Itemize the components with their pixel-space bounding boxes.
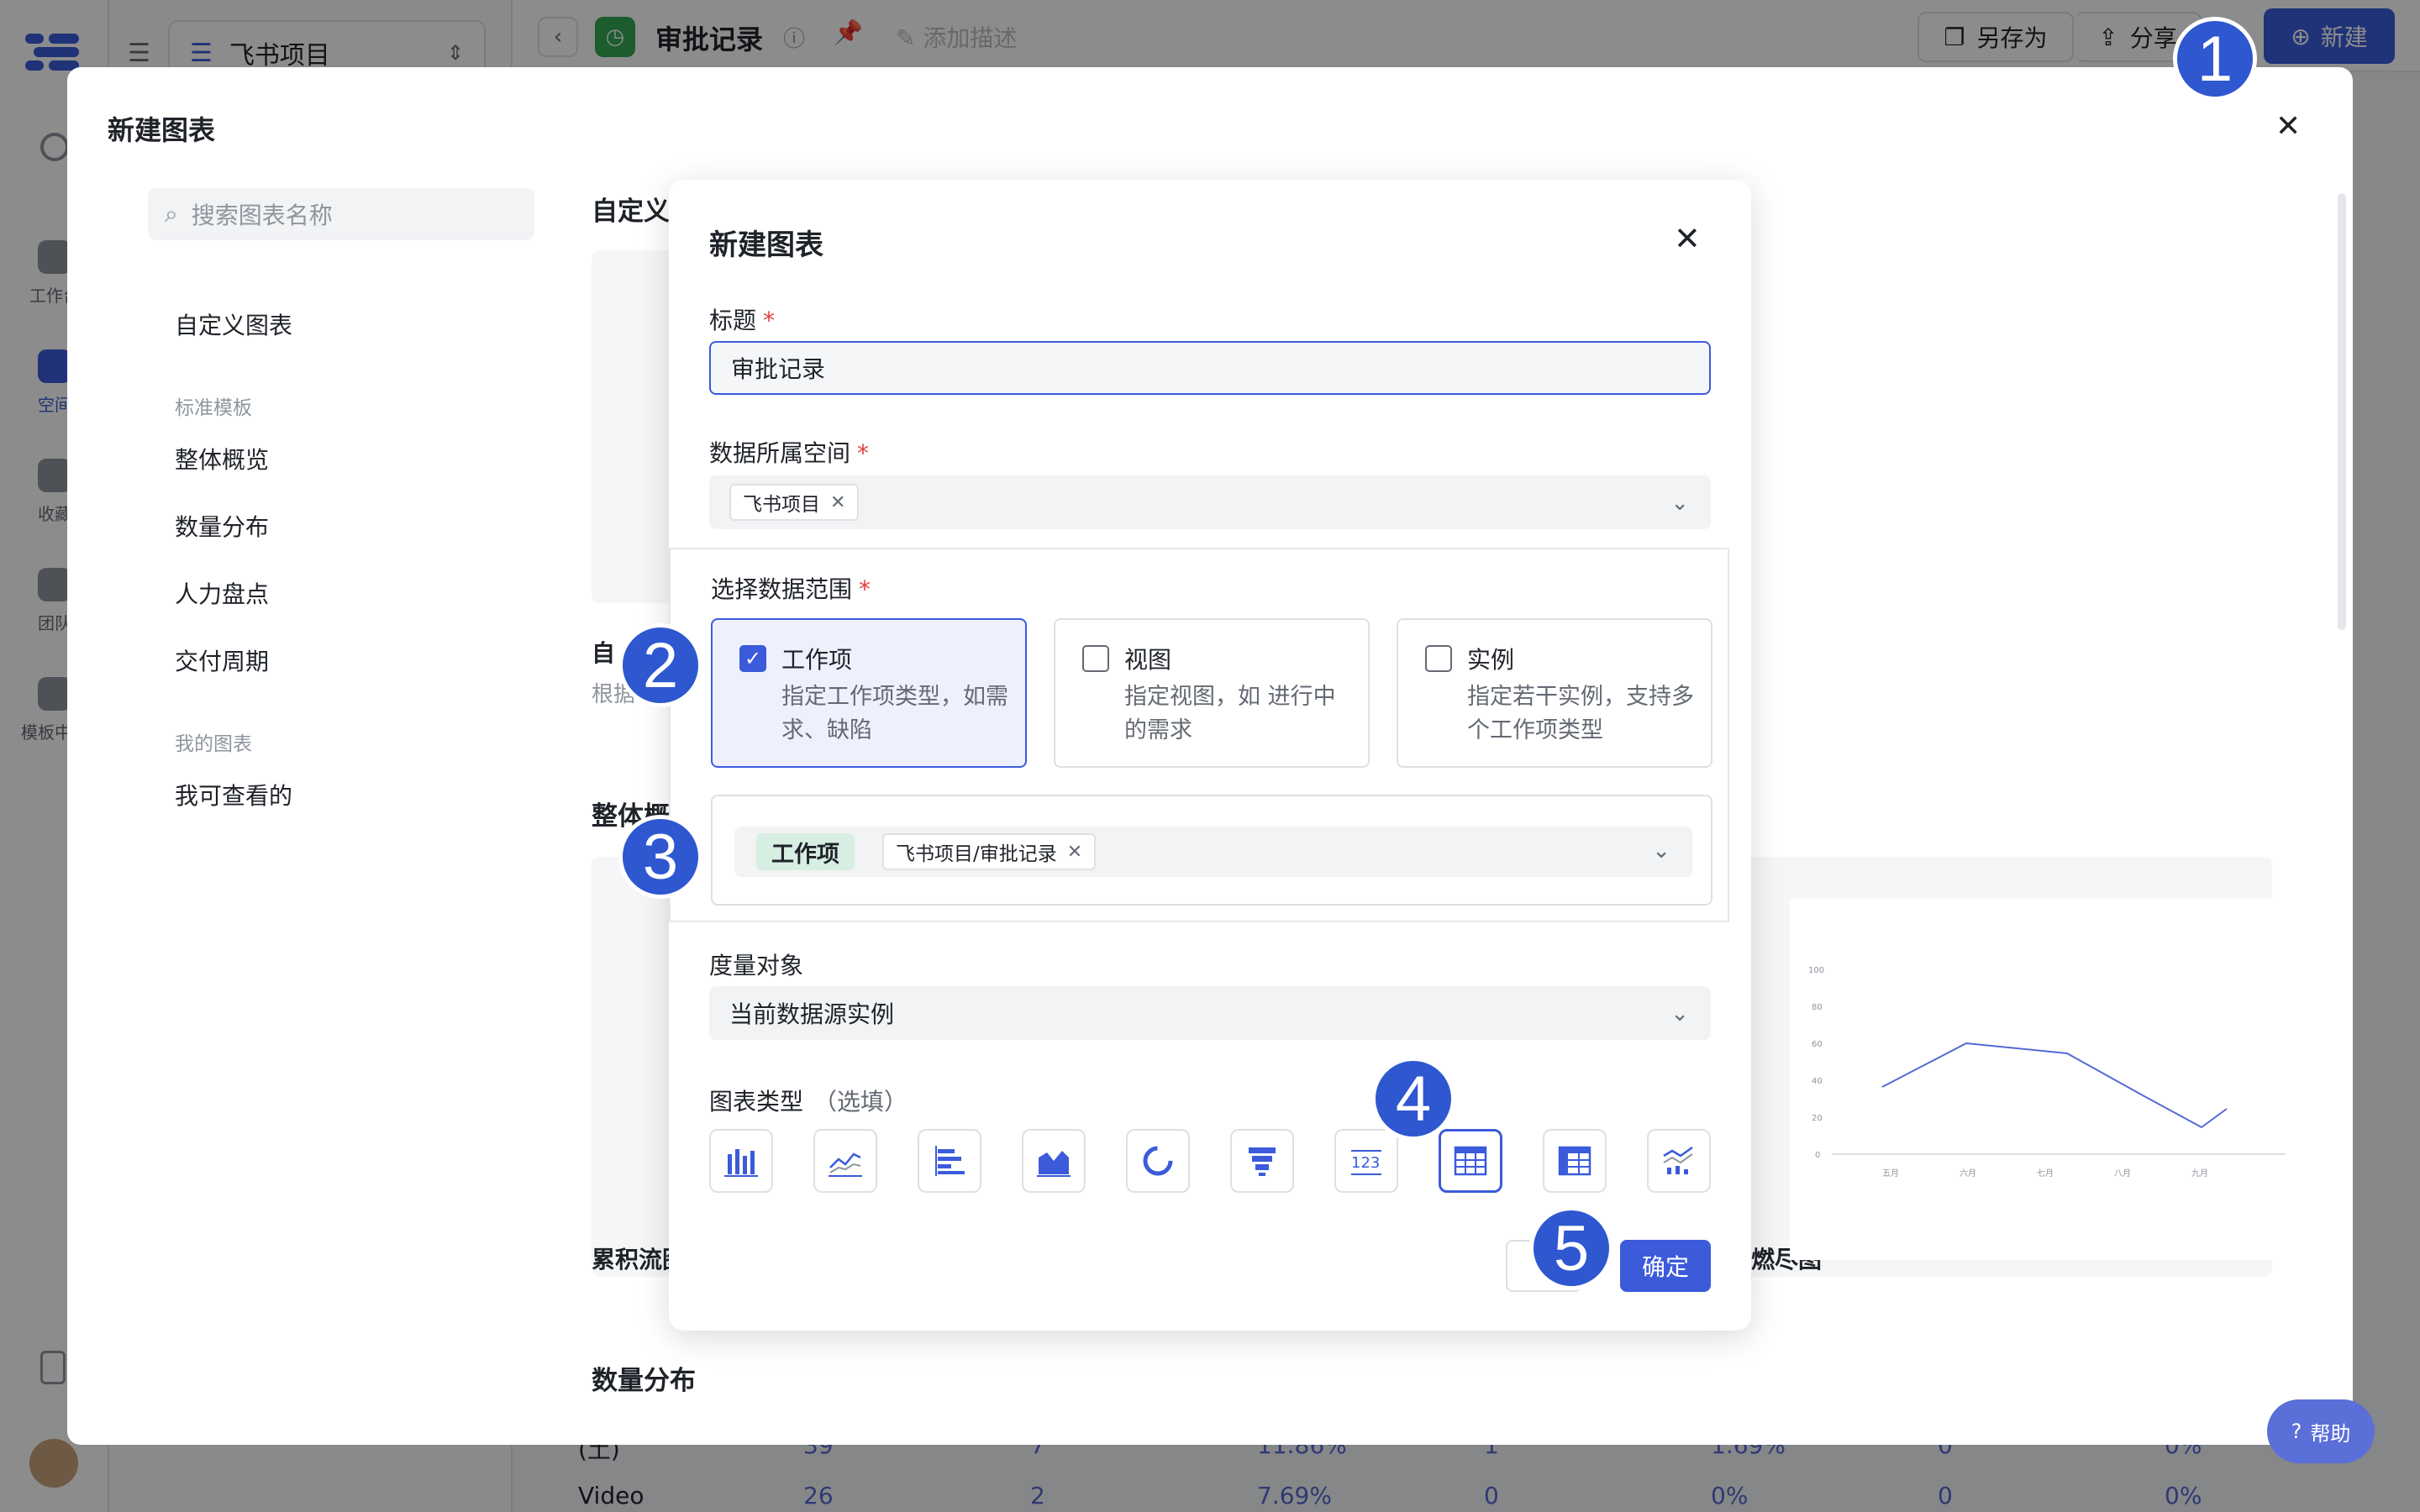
- funnel-chart-icon[interactable]: [1230, 1129, 1294, 1193]
- svg-text:80: 80: [1812, 1003, 1823, 1012]
- confirm-button[interactable]: 确定: [1620, 1240, 1711, 1292]
- donut-chart-icon[interactable]: [1126, 1129, 1190, 1193]
- chart-type-label: 图表类型 （选填）: [709, 1088, 908, 1116]
- measure-select[interactable]: 当前数据源实例 ⌄: [709, 986, 1711, 1040]
- svg-text:0: 0: [1815, 1151, 1820, 1160]
- svg-text:60: 60: [1812, 1040, 1823, 1049]
- remove-tag-icon[interactable]: ✕: [830, 492, 845, 513]
- view-checkbox[interactable]: [1082, 645, 1109, 672]
- svg-text:七月: 七月: [2037, 1168, 2054, 1179]
- step-marker-3: 3: [618, 815, 702, 899]
- title-label: 标题 *: [709, 307, 776, 334]
- remove-tag-icon[interactable]: ✕: [1067, 842, 1082, 863]
- space-label: 数据所属空间 *: [709, 439, 870, 467]
- combo-chart-icon[interactable]: [1647, 1129, 1711, 1193]
- nav-viewable[interactable]: 我可查看的: [175, 778, 292, 811]
- svg-text:20: 20: [1812, 1114, 1823, 1123]
- step-marker-1: 1: [2173, 17, 2257, 101]
- scrollbar[interactable]: [2338, 193, 2346, 630]
- workitem-badge: 工作项: [756, 833, 855, 870]
- step-marker-2: 2: [618, 623, 702, 707]
- table-icon[interactable]: [1439, 1129, 1502, 1193]
- workitem-checkbox[interactable]: ✓: [739, 645, 766, 672]
- help-button[interactable]: ? 帮助: [2267, 1399, 2375, 1463]
- measure-label: 度量对象: [709, 952, 804, 979]
- svg-text:八月: 八月: [2114, 1168, 2131, 1179]
- instance-checkbox[interactable]: [1425, 645, 1452, 672]
- space-select[interactable]: 飞书项目 ✕ ⌄: [709, 475, 1711, 529]
- range-option-instance[interactable]: 实例 指定若干实例，支持多个工作项类型: [1397, 618, 1712, 768]
- line-chart-icon[interactable]: [813, 1129, 877, 1193]
- range-option-view[interactable]: 视图 指定视图，如 进行中的需求: [1054, 618, 1370, 768]
- horizontal-bar-icon[interactable]: [918, 1129, 981, 1193]
- gallery-title: 新建图表: [108, 114, 216, 146]
- nav-delivery-cycle[interactable]: 交付周期: [175, 643, 269, 677]
- section-quantity: 数量分布: [592, 1366, 696, 1396]
- data-range-section: 选择数据范围 * ✓ 工作项 指定工作项类型，如需求、缺陷 视图 指定视图，如 进…: [669, 548, 1729, 922]
- search-icon: ⌕: [165, 200, 178, 228]
- workitem-type-panel: 工作项 飞书项目/审批记录 ✕ ⌄: [711, 795, 1712, 906]
- section-custom: 自定义: [592, 197, 670, 227]
- step-marker-5: 5: [1529, 1206, 1613, 1290]
- svg-text:九月: 九月: [2191, 1168, 2208, 1179]
- chevron-down-icon: ⌄: [1670, 491, 1689, 516]
- dialog-close-icon[interactable]: ✕: [1674, 220, 1701, 257]
- nav-custom-chart[interactable]: 自定义图表: [175, 307, 292, 341]
- svg-text:六月: 六月: [1960, 1168, 1976, 1179]
- dialog-title: 新建图表: [709, 228, 823, 262]
- question-icon: ?: [2291, 1420, 2302, 1443]
- title-input[interactable]: 审批记录: [709, 341, 1711, 395]
- nav-manpower[interactable]: 人力盘点: [175, 576, 269, 610]
- bar-chart-icon[interactable]: [709, 1129, 773, 1193]
- pivot-table-icon[interactable]: [1543, 1129, 1607, 1193]
- burndown-series-line: [1881, 1042, 2228, 1129]
- range-label: 选择数据范围 *: [711, 575, 871, 603]
- chevron-down-icon: ⌄: [1652, 838, 1670, 864]
- range-option-workitem[interactable]: ✓ 工作项 指定工作项类型，如需求、缺陷: [711, 618, 1027, 768]
- svg-text:100: 100: [1808, 966, 1824, 975]
- burndown-preview[interactable]: 100 80 60 40 20 0 五月 六月 七月 八月 九月: [1790, 899, 2294, 1260]
- nav-heading-standard: 标准模板: [175, 397, 252, 419]
- step-marker-4: 4: [1371, 1057, 1455, 1141]
- nav-quantity[interactable]: 数量分布: [175, 509, 269, 543]
- chart-search-input[interactable]: ⌕ 搜索图表名称: [148, 188, 534, 240]
- chevron-down-icon: ⌄: [1670, 1001, 1689, 1026]
- svg-text:40: 40: [1812, 1077, 1823, 1086]
- close-icon[interactable]: ✕: [2275, 109, 2301, 144]
- number-card-icon[interactable]: 123: [1334, 1129, 1398, 1193]
- burndown-line-chart: 100 80 60 40 20 0 五月 六月 七月 八月 九月: [1808, 966, 2286, 1179]
- area-chart-icon[interactable]: [1022, 1129, 1086, 1193]
- workitem-type-select[interactable]: 工作项 飞书项目/审批记录 ✕ ⌄: [734, 827, 1692, 877]
- svg-text:五月: 五月: [1882, 1168, 1899, 1179]
- svg-text:123: 123: [1351, 1154, 1380, 1172]
- nav-heading-mine: 我的图表: [175, 733, 252, 755]
- workitem-tag: 飞书项目/审批记录 ✕: [882, 833, 1097, 870]
- space-tag: 飞书项目 ✕: [729, 484, 860, 521]
- nav-overview[interactable]: 整体概览: [175, 442, 269, 475]
